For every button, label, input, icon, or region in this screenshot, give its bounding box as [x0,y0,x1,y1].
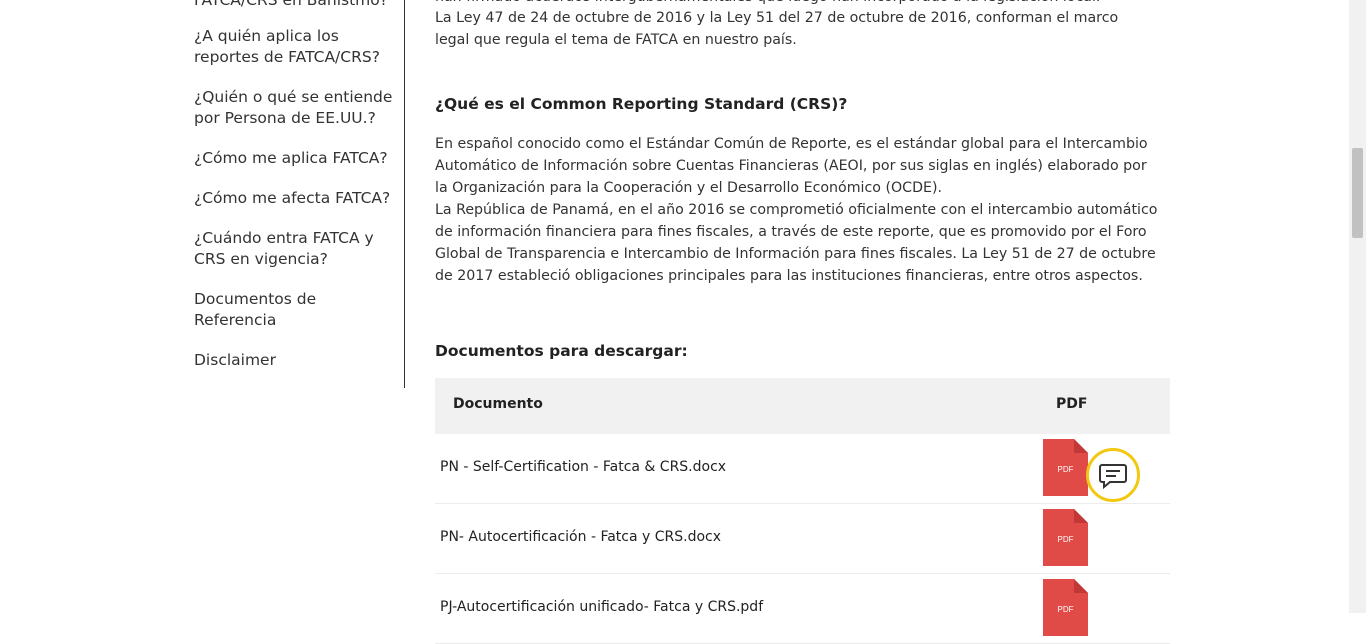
document-name: PN - Self-Certification - Fatca & CRS.do… [440,459,727,475]
column-header-documento: Documento [453,396,543,412]
table-row: PN- Autocertificación - Fatca y CRS.docx… [435,504,1170,574]
crs-heading: ¿Qué es el Common Reporting Standard (CR… [435,95,848,113]
column-header-pdf: PDF [1056,396,1088,412]
sidebar-divider [404,0,405,388]
svg-text:PDF: PDF [1058,465,1074,474]
pdf-file-icon[interactable]: PDF [1043,439,1088,496]
chat-button[interactable] [1086,448,1140,502]
table-header: Documento PDF [435,378,1170,434]
sidebar-item-persona-eeuu[interactable]: ¿Quién o qué se entiende por Persona de … [194,87,394,129]
documents-table: Documento PDF PN - Self-Certification - … [435,378,1170,644]
table-row: PJ-Autocertificación unificado- Fatca y … [435,574,1170,644]
scrollbar-thumb[interactable] [1352,148,1363,238]
pdf-file-icon[interactable]: PDF [1043,509,1088,566]
sidebar-nav: FATCA/CRS en Banistmo? ¿A quién aplica l… [194,0,394,390]
sidebar-item-a-quien-aplica[interactable]: ¿A quién aplica los reportes de FATCA/CR… [194,26,394,68]
fatca-law-paragraph: La Ley 47 de 24 de octubre de 2016 y la … [435,10,1119,48]
crs-paragraph-2: La República de Panamá, en el año 2016 s… [435,202,1158,284]
sidebar-item-como-aplica[interactable]: ¿Cómo me aplica FATCA? [194,148,394,169]
sidebar-item-como-afecta[interactable]: ¿Cómo me afecta FATCA? [194,188,394,209]
sidebar-item-vigencia[interactable]: ¿Cuándo entra FATCA y CRS en vigencia? [194,228,394,270]
sidebar-item-documentos[interactable]: Documentos de Referencia [194,289,394,331]
chat-bubble-icon [1099,464,1127,490]
svg-text:PDF: PDF [1058,535,1074,544]
table-row: PN - Self-Certification - Fatca & CRS.do… [435,434,1170,504]
sidebar-item-fatca-crs-banistmo[interactable]: FATCA/CRS en Banistmo? [194,0,394,11]
pdf-file-icon[interactable]: PDF [1043,579,1088,636]
crs-paragraph-1: En español conocido como el Estándar Com… [435,136,1148,196]
page-scrollbar[interactable] [1349,0,1366,613]
downloads-heading: Documentos para descargar: [435,342,688,360]
sidebar-item-disclaimer[interactable]: Disclaimer [194,350,394,371]
document-name: PN- Autocertificación - Fatca y CRS.docx [440,529,722,545]
